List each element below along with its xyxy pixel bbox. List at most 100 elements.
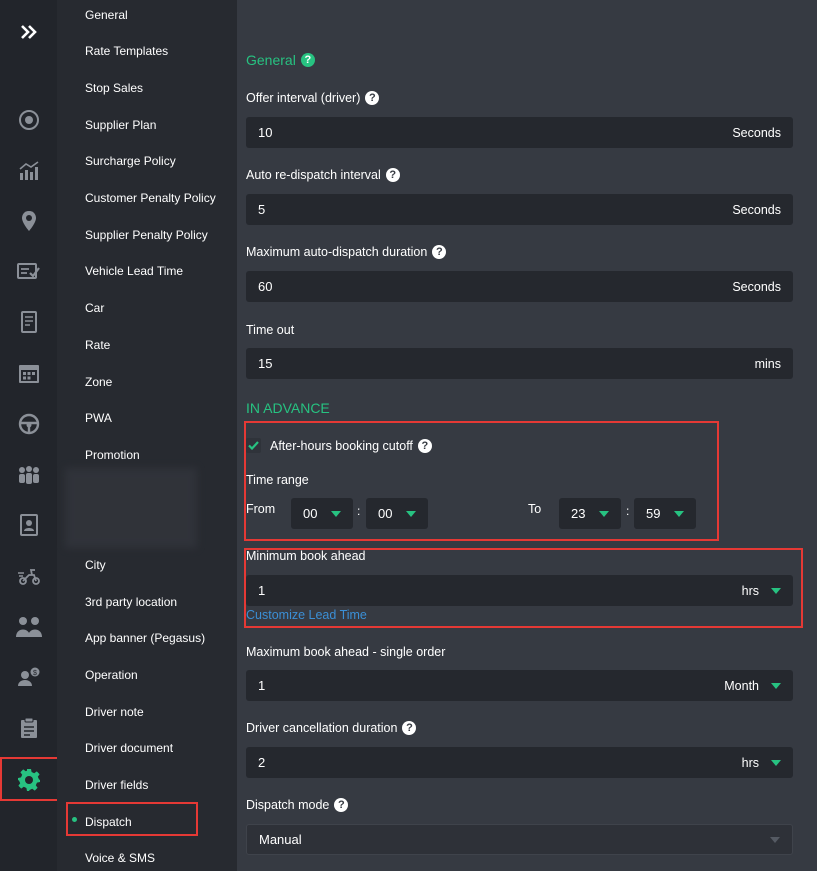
driver-cancel-label: Driver cancellation duration ? [246, 721, 417, 735]
to-hour-value: 23 [571, 506, 586, 521]
subnav-item-general[interactable]: General [85, 8, 128, 22]
active-nav-highlight [0, 757, 64, 801]
clipboard-icon[interactable] [0, 705, 57, 751]
from-minute-select[interactable]: 00 [366, 498, 428, 529]
help-icon[interactable]: ? [432, 245, 447, 259]
offer-interval-value[interactable]: 10 [258, 125, 272, 140]
subnav-item-supplier-plan[interactable]: Supplier Plan [85, 118, 156, 132]
auto-redispatch-unit: Seconds [732, 202, 781, 217]
group-icon[interactable] [0, 452, 57, 498]
help-icon[interactable]: ? [334, 798, 349, 812]
time-out-value[interactable]: 15 [258, 356, 272, 371]
subnav-item-operation[interactable]: Operation [85, 668, 138, 682]
max-book-ahead-value[interactable]: 1 [258, 678, 265, 693]
time-colon: : [626, 504, 630, 518]
subnav-item-3rd-party-location[interactable]: 3rd party location [85, 595, 177, 609]
chevron-down-icon [674, 510, 684, 517]
subnav-item-voice-sms[interactable]: Voice & SMS [85, 851, 155, 865]
chevrons-right-icon[interactable] [0, 9, 57, 55]
check-icon [248, 441, 259, 450]
subnav-item-pwa[interactable]: PWA [85, 411, 112, 425]
subnav-item-car[interactable]: Car [85, 301, 104, 315]
contact-card-icon[interactable] [0, 502, 57, 548]
calendar-icon[interactable] [0, 350, 57, 396]
subnav-item-app-banner[interactable]: App banner (Pegasus) [85, 631, 205, 645]
help-icon[interactable]: ? [402, 721, 417, 735]
subnav-item-stop-sales[interactable]: Stop Sales [85, 81, 143, 95]
icon-rail: $ [0, 0, 64, 871]
steering-wheel-icon[interactable] [0, 401, 57, 447]
subnav-item-promotion[interactable]: Promotion [85, 448, 140, 462]
people-icon[interactable] [0, 604, 57, 650]
dispatch-mode-label-text: Dispatch mode [246, 798, 330, 812]
target-icon[interactable] [0, 97, 57, 143]
chevron-down-icon [771, 587, 781, 594]
driver-cancel-unit-select[interactable]: hrs [742, 756, 781, 770]
time-out-unit: mins [754, 356, 781, 371]
blurred-nav-items [65, 468, 197, 548]
to-label: To [528, 502, 542, 516]
min-book-ahead-field[interactable]: 1 hrs [246, 575, 793, 606]
chevron-down-icon [406, 510, 416, 517]
subnav-item-vehicle-lead-time[interactable]: Vehicle Lead Time [85, 264, 183, 278]
chevron-down-icon [331, 510, 341, 517]
max-book-ahead-unit-select[interactable]: Month [724, 679, 781, 693]
min-book-ahead-value[interactable]: 1 [258, 583, 265, 598]
subnav-item-zone[interactable]: Zone [85, 375, 112, 389]
subnav-item-supplier-penalty-policy[interactable]: Supplier Penalty Policy [85, 228, 208, 242]
min-book-ahead-unit-select[interactable]: hrs [742, 584, 781, 598]
auto-redispatch-field[interactable]: 5 Seconds [246, 194, 793, 225]
auto-redispatch-label: Auto re-dispatch interval ? [246, 168, 400, 182]
help-icon[interactable]: ? [385, 168, 400, 182]
subnav-item-driver-note[interactable]: Driver note [85, 705, 144, 719]
subnav-item-rate[interactable]: Rate [85, 338, 110, 352]
max-book-ahead-field[interactable]: 1 Month [246, 670, 793, 701]
svg-text:$: $ [33, 670, 37, 677]
general-section-title: General ? [246, 52, 315, 68]
chart-icon[interactable] [0, 148, 57, 194]
driver-cancel-field[interactable]: 2 hrs [246, 747, 793, 778]
help-icon[interactable]: ? [365, 91, 380, 105]
max-auto-dispatch-value[interactable]: 60 [258, 279, 272, 294]
location-pin-icon[interactable] [0, 198, 57, 244]
chevron-down-icon [771, 682, 781, 689]
subnav-item-customer-penalty-policy[interactable]: Customer Penalty Policy [85, 191, 216, 205]
dispatch-settings-panel: General ? Offer interval (driver) ? 10 S… [237, 0, 817, 871]
scooter-icon[interactable] [0, 553, 57, 599]
max-auto-dispatch-field[interactable]: 60 Seconds [246, 271, 793, 302]
help-icon[interactable]: ? [300, 53, 315, 67]
auto-redispatch-value[interactable]: 5 [258, 202, 265, 217]
checklist-icon[interactable] [0, 248, 57, 294]
customize-lead-time-link[interactable]: Customize Lead Time [246, 608, 367, 622]
subnav-item-city[interactable]: City [85, 558, 106, 572]
driver-cancel-label-text: Driver cancellation duration [246, 721, 398, 735]
subnav-item-driver-fields[interactable]: Driver fields [85, 778, 148, 792]
max-auto-dispatch-label-text: Maximum auto-dispatch duration [246, 245, 428, 259]
dispatch-mode-select[interactable]: Manual [246, 824, 793, 855]
to-minute-value: 59 [646, 506, 661, 521]
subnav-item-driver-document[interactable]: Driver document [85, 741, 173, 755]
to-minute-select[interactable]: 59 [634, 498, 696, 529]
help-icon[interactable]: ? [417, 438, 432, 453]
cutoff-checkbox[interactable] [246, 438, 261, 453]
driver-cancel-unit: hrs [741, 755, 759, 770]
time-out-label: Time out [246, 323, 294, 337]
user-dollar-icon[interactable]: $ [0, 654, 57, 700]
document-icon[interactable] [0, 299, 57, 345]
from-hour-select[interactable]: 00 [291, 498, 353, 529]
to-hour-select[interactable]: 23 [559, 498, 621, 529]
driver-cancel-value[interactable]: 2 [258, 755, 265, 770]
time-range-label: Time range [246, 473, 309, 487]
in-advance-title-text: IN ADVANCE [246, 400, 330, 416]
active-subnav-highlight [66, 802, 198, 836]
min-book-ahead-unit: hrs [741, 583, 759, 598]
offer-interval-field[interactable]: 10 Seconds [246, 117, 793, 148]
time-out-field[interactable]: 15 mins [246, 348, 793, 379]
subnav-item-surcharge-policy[interactable]: Surcharge Policy [85, 154, 176, 168]
chevron-down-icon [771, 759, 781, 766]
subnav-item-rate-templates[interactable]: Rate Templates [85, 44, 168, 58]
offer-interval-label-text: Offer interval (driver) [246, 91, 361, 105]
from-label: From [246, 502, 276, 516]
time-out-label-text: Time out [246, 323, 295, 337]
dispatch-mode-label: Dispatch mode ? [246, 798, 349, 812]
